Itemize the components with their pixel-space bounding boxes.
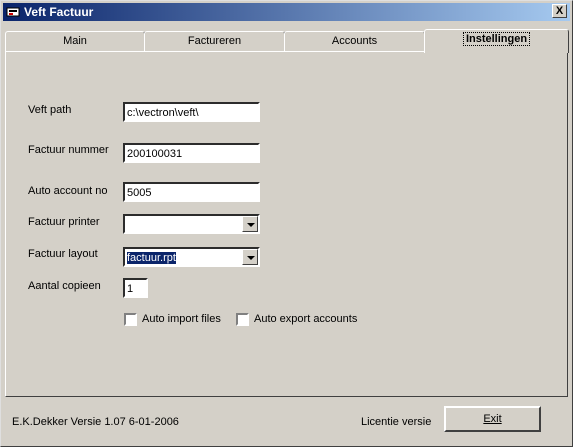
auto-export-label[interactable]: Auto export accounts	[254, 313, 357, 325]
tab-instellingen-label: Instellingen	[462, 32, 531, 46]
auto-import-checkbox[interactable]	[124, 313, 137, 326]
auto-import-label[interactable]: Auto import files	[142, 313, 221, 325]
aantal-copieen-label: Aantal copieen	[28, 280, 101, 292]
factuur-printer-select[interactable]	[123, 214, 260, 234]
factuur-layout-select[interactable]: factuur.rpt	[123, 247, 260, 267]
window-title: Veft Factuur	[24, 5, 94, 19]
license-text: Licentie versie	[361, 416, 432, 428]
close-button[interactable]: X	[552, 4, 567, 18]
tab-factureren[interactable]: Factureren	[144, 31, 285, 51]
veft-path-label: Veft path	[28, 104, 72, 116]
factuur-nummer-label: Factuur nummer	[28, 144, 109, 156]
tab-accounts-label: Accounts	[331, 35, 378, 47]
tab-instellingen[interactable]: Instellingen	[424, 29, 569, 53]
veft-path-input[interactable]: c:\vectron\veft\	[123, 102, 260, 122]
tab-main[interactable]: Main	[5, 31, 145, 51]
tab-accounts[interactable]: Accounts	[284, 31, 425, 51]
version-text: E.K.Dekker Versie 1.07 6-01-2006	[12, 416, 179, 428]
auto-export-checkbox[interactable]	[236, 313, 249, 326]
app-icon	[6, 7, 20, 17]
app-window: Veft Factuur X Main Factureren Accounts …	[0, 0, 573, 447]
factuur-printer-label: Factuur printer	[28, 216, 100, 228]
exit-button[interactable]: Exit	[444, 406, 541, 432]
auto-account-label: Auto account no	[28, 185, 108, 197]
tab-main-label: Main	[63, 35, 87, 47]
chevron-down-icon[interactable]	[242, 216, 258, 232]
factuur-layout-value: factuur.rpt	[127, 252, 176, 264]
factuur-nummer-input[interactable]: 200100031	[123, 143, 260, 163]
chevron-down-icon[interactable]	[242, 249, 258, 265]
exit-label: Exit	[483, 413, 502, 425]
auto-account-input[interactable]: 5005	[123, 182, 260, 202]
aantal-copieen-input[interactable]: 1	[123, 278, 148, 298]
title-bar[interactable]: Veft Factuur X	[3, 3, 570, 21]
tab-factureren-label: Factureren	[187, 35, 242, 47]
factuur-layout-label: Factuur layout	[28, 248, 98, 260]
